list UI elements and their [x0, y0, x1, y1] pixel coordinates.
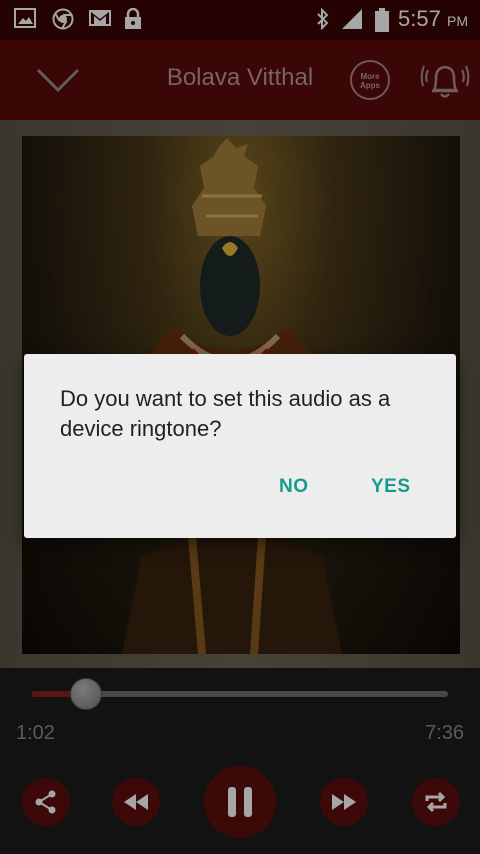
yes-button[interactable]: YES — [371, 476, 411, 498]
ringtone-dialog: Do you want to set this audio as a devic… — [24, 354, 456, 538]
dialog-message: Do you want to set this audio as a devic… — [60, 386, 391, 441]
no-button[interactable]: NO — [279, 476, 309, 498]
